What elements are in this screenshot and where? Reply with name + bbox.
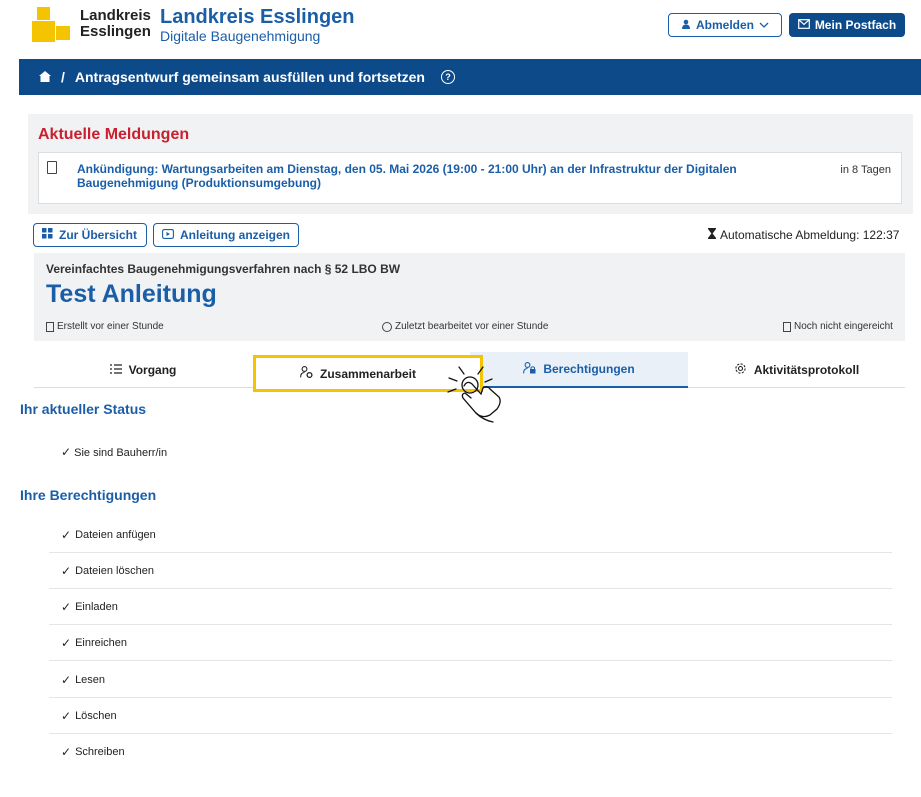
hourglass-icon [708, 228, 716, 242]
list-item: ✓ Einladen [49, 589, 892, 625]
permissions-title: Ihre Berechtigungen [20, 487, 157, 503]
list-item: ✓ Dateien löschen [49, 553, 892, 589]
list-item: ✓ Lesen [49, 662, 892, 698]
list-item: ✓ Dateien anfügen [49, 517, 892, 553]
brand-title: Landkreis Esslingen [160, 6, 355, 28]
permission-label: Einreichen [75, 636, 128, 649]
permission-label: Dateien anfügen [75, 528, 156, 541]
news-item[interactable]: Ankündigung: Wartungsarbeiten am Diensta… [38, 152, 902, 204]
breadcrumb-separator: / [61, 69, 65, 85]
auto-logout-text: Automatische Abmeldung: 122:37 [720, 228, 900, 242]
created-info: Erstellt vor einer Stunde [46, 321, 164, 332]
tab-label: Zusammenarbeit [319, 366, 417, 381]
site-header: Landkreis Esslingen Landkreis Esslingen … [0, 0, 921, 57]
logout-label: Abmelden [695, 18, 754, 32]
brand-subtitle: Digitale Baugenehmigung [160, 28, 321, 44]
submitted-text: Noch nicht eingereicht [794, 321, 893, 332]
guide-label: Anleitung anzeigen [180, 228, 291, 242]
checkmark-icon: ✓ [61, 445, 72, 459]
checkmark-icon: ✓ [61, 563, 72, 578]
news-title: Aktuelle Meldungen [38, 126, 190, 143]
procedure-card: Vereinfachtes Baugenehmigungsverfahren n… [34, 253, 905, 341]
permission-label: Schreiben [75, 746, 125, 758]
document-icon [46, 321, 54, 332]
user-lock-icon [523, 361, 536, 377]
mail-icon [797, 18, 810, 32]
news-item-time: in 8 Tagen [840, 164, 891, 176]
checkmark-icon: ✓ [61, 599, 72, 614]
overview-button[interactable]: Zur Übersicht [33, 223, 147, 247]
logo-text: Landkreis Esslingen [80, 8, 151, 40]
tab-aktivitaetsprotokoll[interactable]: Aktivitätsprotokoll [688, 352, 905, 388]
permission-label: Einladen [75, 600, 118, 613]
logo-line1: Landkreis [80, 7, 151, 24]
procedure-title: Test Anleitung [46, 280, 217, 308]
tab-label: Berechtigungen [543, 362, 635, 376]
news-item-text[interactable]: Ankündigung: Wartungsarbeiten am Diensta… [77, 162, 832, 190]
tab-label: Aktivitätsprotokoll [753, 363, 860, 377]
checkmark-icon: ✓ [61, 635, 72, 650]
play-box-icon [162, 228, 174, 242]
clock-icon [382, 321, 392, 332]
gear-icon [734, 362, 747, 378]
news-panel: Aktuelle Meldungen Ankündigung: Wartungs… [28, 114, 913, 214]
logout-button[interactable]: Abmelden [668, 13, 782, 37]
logo-line2: Esslingen [80, 23, 151, 40]
checkmark-icon: ✓ [61, 745, 72, 759]
permission-label: Löschen [75, 709, 117, 722]
help-icon[interactable]: ? [440, 70, 455, 84]
user-icon [681, 18, 691, 32]
tab-vorgang[interactable]: Vorgang [34, 352, 252, 388]
edited-text: Zuletzt bearbeitet vor einer Stunde [395, 321, 549, 332]
breadcrumb-current: Antragsentwurf gemeinsam ausfüllen und f… [74, 69, 425, 85]
brand[interactable]: Landkreis Esslingen Digitale Baugenehmig… [160, 6, 355, 45]
user-gear-icon [300, 366, 313, 381]
list-item: ✓ Löschen [49, 698, 892, 734]
edited-info: Zuletzt bearbeitet vor einer Stunde [382, 321, 548, 332]
created-text: Erstellt vor einer Stunde [57, 321, 164, 332]
grid-icon [42, 228, 53, 242]
checkmark-icon: ✓ [61, 672, 72, 687]
checkmark-icon: ✓ [61, 708, 72, 723]
landkreis-logo[interactable] [32, 7, 72, 45]
procedure-type: Vereinfachtes Baugenehmigungsverfahren n… [46, 262, 401, 276]
checkmark-icon: ✓ [61, 527, 72, 542]
home-icon[interactable] [39, 69, 51, 85]
click-hand-icon [443, 364, 523, 424]
guide-button[interactable]: Anleitung anzeigen [153, 223, 299, 247]
overview-label: Zur Übersicht [59, 228, 138, 242]
list-icon [109, 363, 122, 377]
permission-label: Dateien löschen [75, 564, 154, 577]
status-item: ✓ Sie sind Bauherr/in [61, 445, 167, 459]
mailbox-label: Mein Postfach [814, 18, 897, 32]
breadcrumb: / Antragsentwurf gemeinsam ausfüllen und… [19, 59, 921, 95]
list-item: ✓ Schreiben [49, 734, 892, 770]
document-icon [783, 321, 791, 332]
chevron-down-icon [759, 18, 769, 32]
submitted-info: Noch nicht eingereicht [783, 321, 893, 332]
status-text: Sie sind Bauherr/in [74, 447, 168, 459]
mailbox-button[interactable]: Mein Postfach [789, 13, 905, 37]
auto-logout-timer: Automatische Abmeldung: 122:37 [708, 228, 899, 242]
tab-label: Vorgang [128, 363, 177, 377]
document-icon [47, 161, 57, 174]
permission-label: Lesen [75, 673, 106, 686]
list-item: ✓ Einreichen [49, 625, 892, 661]
status-title: Ihr aktueller Status [20, 401, 147, 417]
